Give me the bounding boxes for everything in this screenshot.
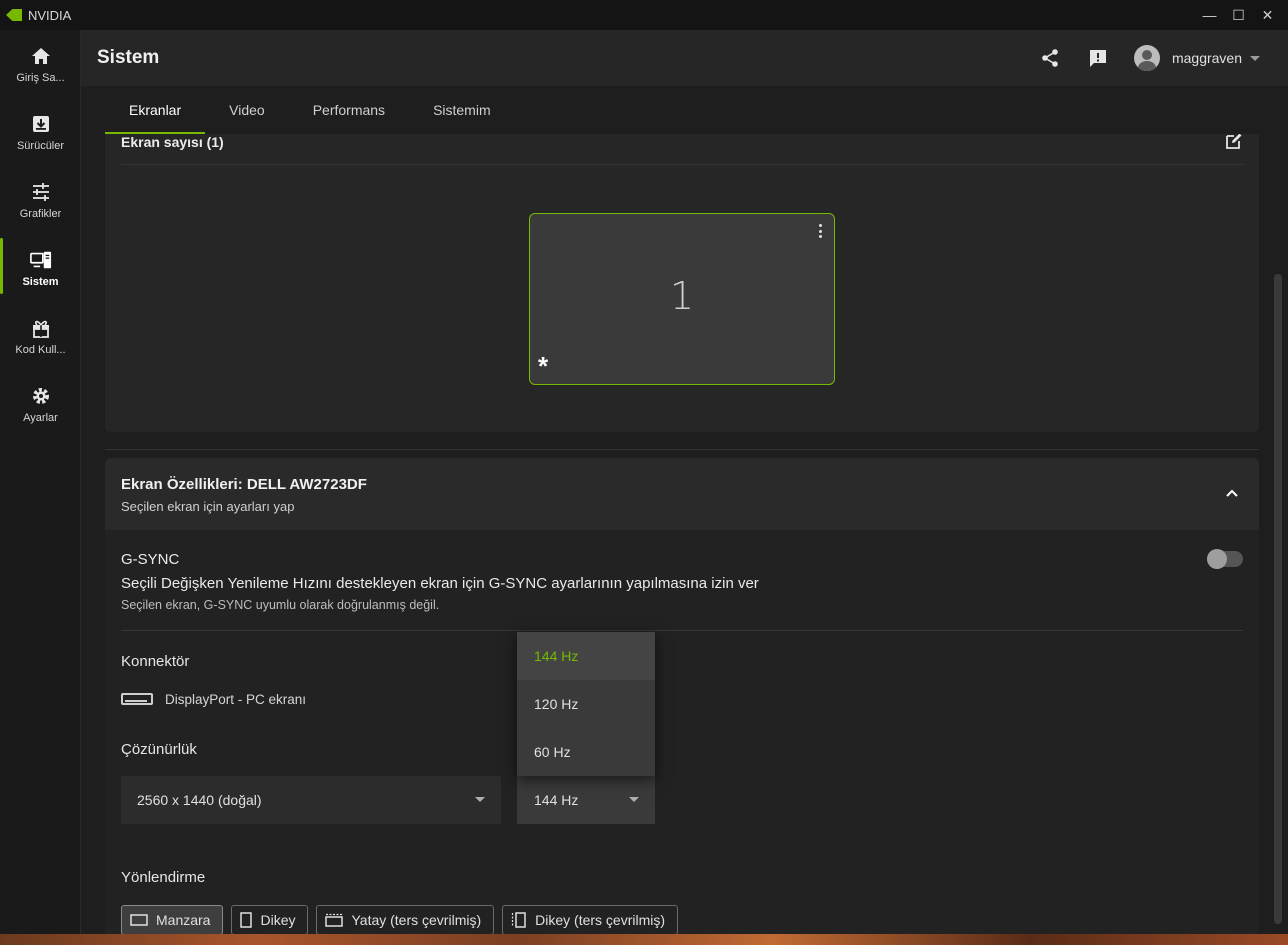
display-properties-subtitle: Seçilen ekran için ayarları yap <box>121 499 295 514</box>
divider <box>105 449 1259 450</box>
close-button[interactable]: ✕ <box>1253 0 1282 30</box>
tab-bar: Ekranlar Video Performans Sistemim <box>81 86 1288 134</box>
display-properties-title: Ekran Özellikleri: DELL AW2723DF <box>121 476 367 493</box>
window-controls: — ☐ ✕ <box>1195 0 1282 30</box>
more-options-icon[interactable] <box>818 224 822 238</box>
landscape-icon <box>130 913 148 927</box>
portrait-flipped-icon <box>511 912 527 928</box>
gsync-note: Seçilen ekran, G-SYNC uyumlu olarak doğr… <box>121 598 440 612</box>
display-count-title: Ekran sayısı (1) <box>121 134 224 150</box>
landscape-flipped-icon <box>325 913 344 927</box>
divider <box>121 630 1243 631</box>
refresh-option-144[interactable]: 144 Hz <box>517 632 655 680</box>
connector-value: DisplayPort - PC ekranı <box>165 692 307 707</box>
sidebar-item-redeem[interactable]: Kod Kull... <box>0 302 81 370</box>
feedback-icon[interactable] <box>1086 46 1110 70</box>
monitor-tile[interactable]: 1 * <box>529 213 835 385</box>
orientation-label: Yönlendirme <box>121 869 206 886</box>
minimize-button[interactable]: — <box>1195 0 1224 30</box>
connector-label: Konnektör <box>121 653 190 670</box>
home-icon <box>30 45 52 67</box>
app-title: NVIDIA <box>28 7 72 23</box>
orientation-portrait-flipped-button[interactable]: Dikey (ters çevrilmiş) <box>502 905 679 934</box>
sidebar-item-label: Giriş Sa... <box>16 71 65 84</box>
orientation-portrait-label: Dikey <box>260 912 296 928</box>
sidebar-item-label: Grafikler <box>19 207 62 220</box>
share-icon[interactable] <box>1038 46 1062 70</box>
caret-down-icon <box>475 797 485 802</box>
display-properties-card: Ekran Özellikleri: DELL AW2723DF Seçilen… <box>105 458 1259 934</box>
header-actions: maggraven <box>1014 30 1260 86</box>
nvidia-app-window: NVIDIA — ☐ ✕ Giriş Sa... Sürücüler Grafi… <box>0 0 1288 945</box>
tab-displays[interactable]: Ekranlar <box>105 86 206 134</box>
system-icon <box>29 249 52 271</box>
gsync-description: Seçili Değişken Yenileme Hızını destekle… <box>121 575 759 592</box>
page-title: Sistem <box>97 47 160 68</box>
chevron-up-icon[interactable] <box>1225 486 1239 500</box>
tab-performance[interactable]: Performans <box>289 86 409 134</box>
gift-icon <box>30 317 52 339</box>
sidebar-item-home[interactable]: Giriş Sa... <box>0 30 81 98</box>
refresh-option-120[interactable]: 120 Hz <box>517 680 655 728</box>
maximize-button[interactable]: ☐ <box>1224 0 1253 30</box>
main-content: Ekran sayısı (1) 1 * Ekran Özellikleri: … <box>81 134 1288 934</box>
title-bar: NVIDIA — ☐ ✕ <box>0 0 1288 30</box>
page-header: Sistem maggraven <box>81 30 1288 86</box>
sidebar-item-system[interactable]: Sistem <box>0 234 81 302</box>
edit-icon[interactable] <box>1225 134 1243 150</box>
sidebar-item-label: Kod Kull... <box>15 343 66 356</box>
caret-down-icon <box>629 797 639 802</box>
orientation-landscape-flipped-button[interactable]: Yatay (ters çevrilmiş) <box>316 905 495 934</box>
tab-video[interactable]: Video <box>205 86 289 134</box>
primary-display-marker: * <box>538 351 549 381</box>
sliders-icon <box>30 181 52 203</box>
gsync-title: G-SYNC <box>121 551 180 568</box>
divider <box>121 164 1243 165</box>
portrait-icon <box>240 912 253 928</box>
gsync-toggle[interactable] <box>1207 549 1243 569</box>
sidebar-item-label: Ayarlar <box>23 411 58 424</box>
sidebar-item-settings[interactable]: Ayarlar <box>0 370 81 438</box>
username[interactable]: maggraven <box>1172 50 1242 66</box>
nvidia-logo-icon <box>6 9 22 21</box>
refresh-rate-dropdown: 144 Hz 120 Hz 60 Hz <box>517 632 655 776</box>
sidebar-item-graphics[interactable]: Grafikler <box>0 166 81 234</box>
resolution-value: 2560 x 1440 (doğal) <box>137 792 262 808</box>
refresh-rate-select[interactable]: 144 Hz <box>517 776 655 824</box>
displays-card: Ekran sayısı (1) 1 * <box>105 134 1259 432</box>
resolution-label: Çözünürlük <box>121 741 197 758</box>
orientation-landscape-label: Manzara <box>156 912 211 928</box>
orientation-portrait-flipped-label: Dikey (ters çevrilmiş) <box>535 912 666 928</box>
refresh-rate-value: 144 Hz <box>534 792 579 808</box>
content-scrollbar[interactable] <box>1274 274 1282 924</box>
monitor-number: 1 <box>669 274 695 318</box>
refresh-option-60[interactable]: 60 Hz <box>517 728 655 776</box>
sidebar: Giriş Sa... Sürücüler Grafikler Sistem K… <box>0 30 81 945</box>
resolution-select[interactable]: 2560 x 1440 (doğal) <box>121 776 501 824</box>
tab-my-system[interactable]: Sistemim <box>409 86 515 134</box>
orientation-options: Manzara Dikey Yatay (ters çevrilmiş) Dik… <box>121 905 686 934</box>
orientation-portrait-button[interactable]: Dikey <box>231 905 309 934</box>
display-properties-header[interactable]: Ekran Özellikleri: DELL AW2723DF Seçilen… <box>105 458 1259 530</box>
displayport-icon <box>121 693 153 705</box>
orientation-landscape-flipped-label: Yatay (ters çevrilmiş) <box>351 912 482 928</box>
download-icon <box>30 113 52 135</box>
sidebar-item-drivers[interactable]: Sürücüler <box>0 98 81 166</box>
desktop-background <box>0 934 1288 945</box>
gear-icon <box>30 385 52 407</box>
avatar[interactable] <box>1133 45 1160 71</box>
orientation-landscape-button[interactable]: Manzara <box>121 905 224 934</box>
sidebar-item-label: Sürücüler <box>16 139 65 152</box>
chevron-down-icon[interactable] <box>1250 55 1260 61</box>
sidebar-item-label: Sistem <box>22 275 59 288</box>
